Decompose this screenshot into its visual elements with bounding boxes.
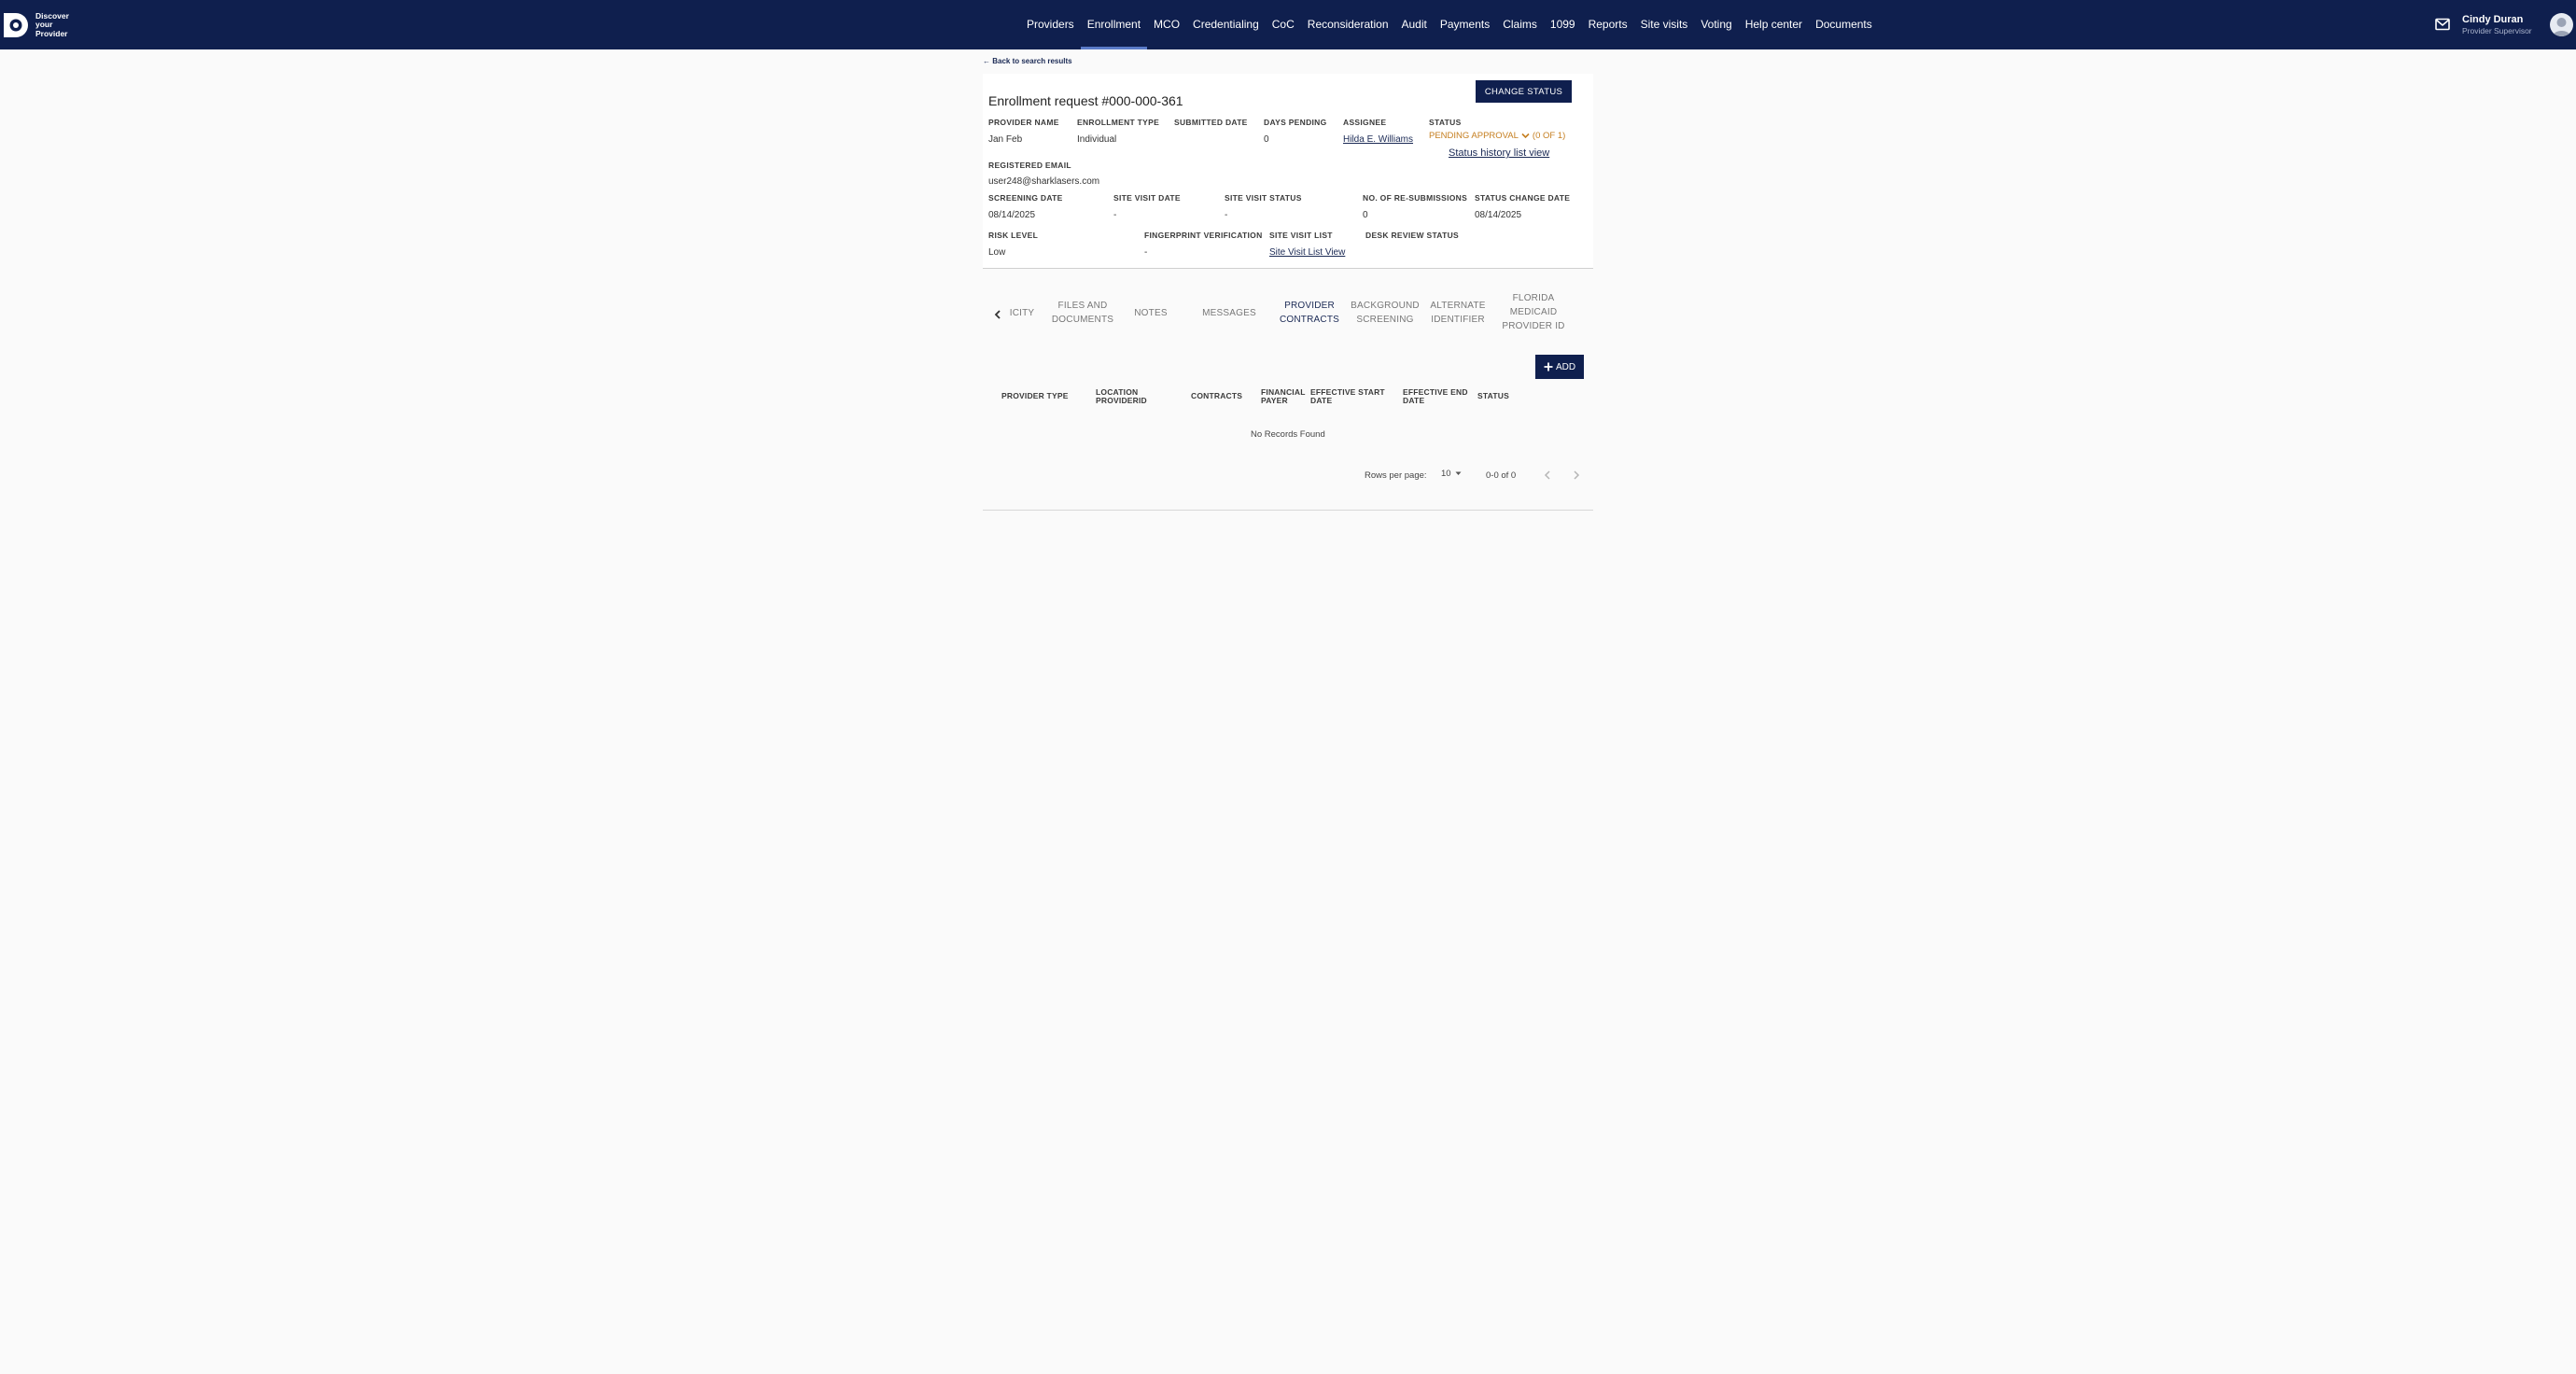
nav-coc[interactable]: CoC xyxy=(1266,0,1301,49)
site-visit-status-value: - xyxy=(1225,210,1228,220)
rows-per-page-select[interactable]: 10 xyxy=(1441,469,1462,479)
desk-review-status-label: DESK REVIEW STATUS xyxy=(1365,231,1460,240)
rows-per-page-value: 10 xyxy=(1441,469,1451,479)
status-value: PENDING APPROVAL xyxy=(1429,131,1519,141)
screening-date-label: SCREENING DATE xyxy=(988,193,1063,203)
risk-level-value: Low xyxy=(988,247,1006,258)
nav-claims[interactable]: Claims xyxy=(1496,0,1544,49)
assignee-link[interactable]: Hilda E. Williams xyxy=(1343,134,1413,145)
user-name: Cindy Duran xyxy=(2462,14,2524,25)
nav-site-visits[interactable]: Site visits xyxy=(1634,0,1695,49)
nav-voting[interactable]: Voting xyxy=(1694,0,1738,49)
logo-text: Discover your Provider xyxy=(35,11,69,39)
days-pending-value: 0 xyxy=(1264,134,1269,145)
provider-name-label: PROVIDER NAME xyxy=(988,118,1059,127)
days-pending-label: DAYS PENDING xyxy=(1264,118,1327,127)
tab-bar: ICITY FILES AND DOCUMENTS NOTES MESSAGES… xyxy=(983,291,1593,338)
brand-logo[interactable]: Discover your Provider xyxy=(2,9,69,41)
status-count: (0 OF 1) xyxy=(1532,131,1566,141)
empty-table-message: No Records Found xyxy=(1251,429,1325,440)
nav-1099[interactable]: 1099 xyxy=(1544,0,1582,49)
nav-documents[interactable]: Documents xyxy=(1809,0,1879,49)
submitted-date-label: SUBMITTED DATE xyxy=(1174,118,1248,127)
screening-date-value: 08/14/2025 xyxy=(988,210,1036,220)
risk-level-label: RISK LEVEL xyxy=(988,231,1039,240)
resubmissions-label: NO. OF RE-SUBMISSIONS xyxy=(1363,193,1468,203)
nav-payments[interactable]: Payments xyxy=(1434,0,1496,49)
rows-per-page-label: Rows per page: xyxy=(1365,470,1427,481)
nav-help-center[interactable]: Help center xyxy=(1739,0,1809,49)
next-page-icon[interactable] xyxy=(1571,469,1582,482)
column-header-effective-end-date[interactable]: EFFECTIVE END DATE xyxy=(1403,388,1476,405)
tab-background-screening[interactable]: BACKGROUND SCREENING xyxy=(1346,299,1424,327)
registered-email-label: REGISTERED EMAIL xyxy=(988,161,1071,170)
tab-files-and-documents[interactable]: FILES AND DOCUMENTS xyxy=(1050,299,1115,327)
enrollment-type-label: ENROLLMENT TYPE xyxy=(1077,118,1160,127)
nav-enrollment[interactable]: Enrollment xyxy=(1080,0,1148,49)
enrollment-type-value: Individual xyxy=(1077,134,1117,145)
provider-name-value: Jan Feb xyxy=(988,134,1023,145)
chevron-left-icon[interactable] xyxy=(992,308,1003,321)
resubmissions-value: 0 xyxy=(1363,210,1368,220)
avatar[interactable] xyxy=(2550,13,2573,36)
fingerprint-verification-label: FINGERPRINT VERIFICATION xyxy=(1144,231,1263,240)
previous-page-icon[interactable] xyxy=(1542,469,1553,482)
status-dropdown[interactable]: PENDING APPROVAL (0 OF 1) xyxy=(1429,131,1565,141)
column-header-provider-type[interactable]: PROVIDER TYPE xyxy=(1001,392,1085,400)
contracts-table: PROVIDER TYPE LOCATION PROVIDERID CONTRA… xyxy=(983,383,1593,511)
nav-credentialing[interactable]: Credentialing xyxy=(1186,0,1266,49)
tab-florida-medicaid-provider-id[interactable]: FLORIDA MEDICAID PROVIDER ID xyxy=(1494,291,1573,333)
site-visit-date-value: - xyxy=(1113,210,1117,220)
user-avatar-icon xyxy=(2553,18,2570,36)
mail-icon[interactable] xyxy=(2435,18,2450,31)
page-title: Enrollment request #000-000-361 xyxy=(988,93,1183,108)
nav-reports[interactable]: Reports xyxy=(1582,0,1634,49)
pagination-range: 0-0 of 0 xyxy=(1486,470,1517,481)
status-change-date-value: 08/14/2025 xyxy=(1475,210,1522,220)
logo-line-3: Provider xyxy=(35,28,68,38)
column-header-contracts[interactable]: CONTRACTS xyxy=(1191,392,1247,400)
status-change-date-label: STATUS CHANGE DATE xyxy=(1475,193,1571,203)
registered-email-value: user248@sharklasers.com xyxy=(988,176,1100,187)
logo-mark-icon xyxy=(4,13,28,37)
column-header-location-providerid[interactable]: LOCATION PROVIDERID xyxy=(1096,388,1161,405)
caret-down-icon xyxy=(1455,471,1462,475)
site-visit-list-link[interactable]: Site Visit List View xyxy=(1269,247,1345,258)
column-header-status[interactable]: STATUS xyxy=(1477,392,1524,400)
chevron-down-icon xyxy=(1521,133,1530,139)
site-visit-status-label: SITE VISIT STATUS xyxy=(1225,193,1302,203)
nav-reconsideration[interactable]: Reconsideration xyxy=(1301,0,1395,49)
site-visit-date-label: SITE VISIT DATE xyxy=(1113,193,1181,203)
nav-mco[interactable]: MCO xyxy=(1147,0,1186,49)
plus-icon xyxy=(1544,362,1553,372)
add-contract-button[interactable]: ADD xyxy=(1535,355,1584,379)
back-to-search-link[interactable]: ← Back to search results xyxy=(983,57,1072,65)
status-history-link[interactable]: Status history list view xyxy=(1449,147,1549,159)
tab-messages[interactable]: MESSAGES xyxy=(1201,306,1257,320)
user-info[interactable]: Cindy Duran Provider Supervisor xyxy=(2462,14,2532,35)
add-button-label: ADD xyxy=(1555,361,1576,372)
nav-audit[interactable]: Audit xyxy=(1395,0,1434,49)
nav-providers[interactable]: Providers xyxy=(1020,0,1081,49)
tab-notes[interactable]: NOTES xyxy=(1132,306,1169,320)
change-status-button[interactable]: CHANGE STATUS xyxy=(1476,80,1572,103)
tab-provider-contracts[interactable]: PROVIDER CONTRACTS xyxy=(1272,299,1347,327)
status-label: STATUS xyxy=(1429,118,1462,127)
column-header-effective-start-date[interactable]: EFFECTIVE START DATE xyxy=(1310,388,1394,405)
top-nav-bar: Discover your Provider Providers Enrollm… xyxy=(0,0,2576,49)
enrollment-summary-card: Enrollment request #000-000-361 CHANGE S… xyxy=(983,74,1593,269)
fingerprint-verification-value: - xyxy=(1144,247,1148,258)
main-nav: Providers Enrollment MCO Credentialing C… xyxy=(1020,0,1879,49)
user-role: Provider Supervisor xyxy=(2462,26,2532,35)
assignee-label: ASSIGNEE xyxy=(1343,118,1387,127)
site-visit-list-label: SITE VISIT LIST xyxy=(1269,231,1333,240)
column-header-financial-payer[interactable]: FINANCIAL PAYER xyxy=(1261,388,1308,405)
tab-alternate-identifier[interactable]: ALTERNATE IDENTIFIER xyxy=(1425,299,1491,327)
tab-icity[interactable]: ICITY xyxy=(1008,306,1036,320)
